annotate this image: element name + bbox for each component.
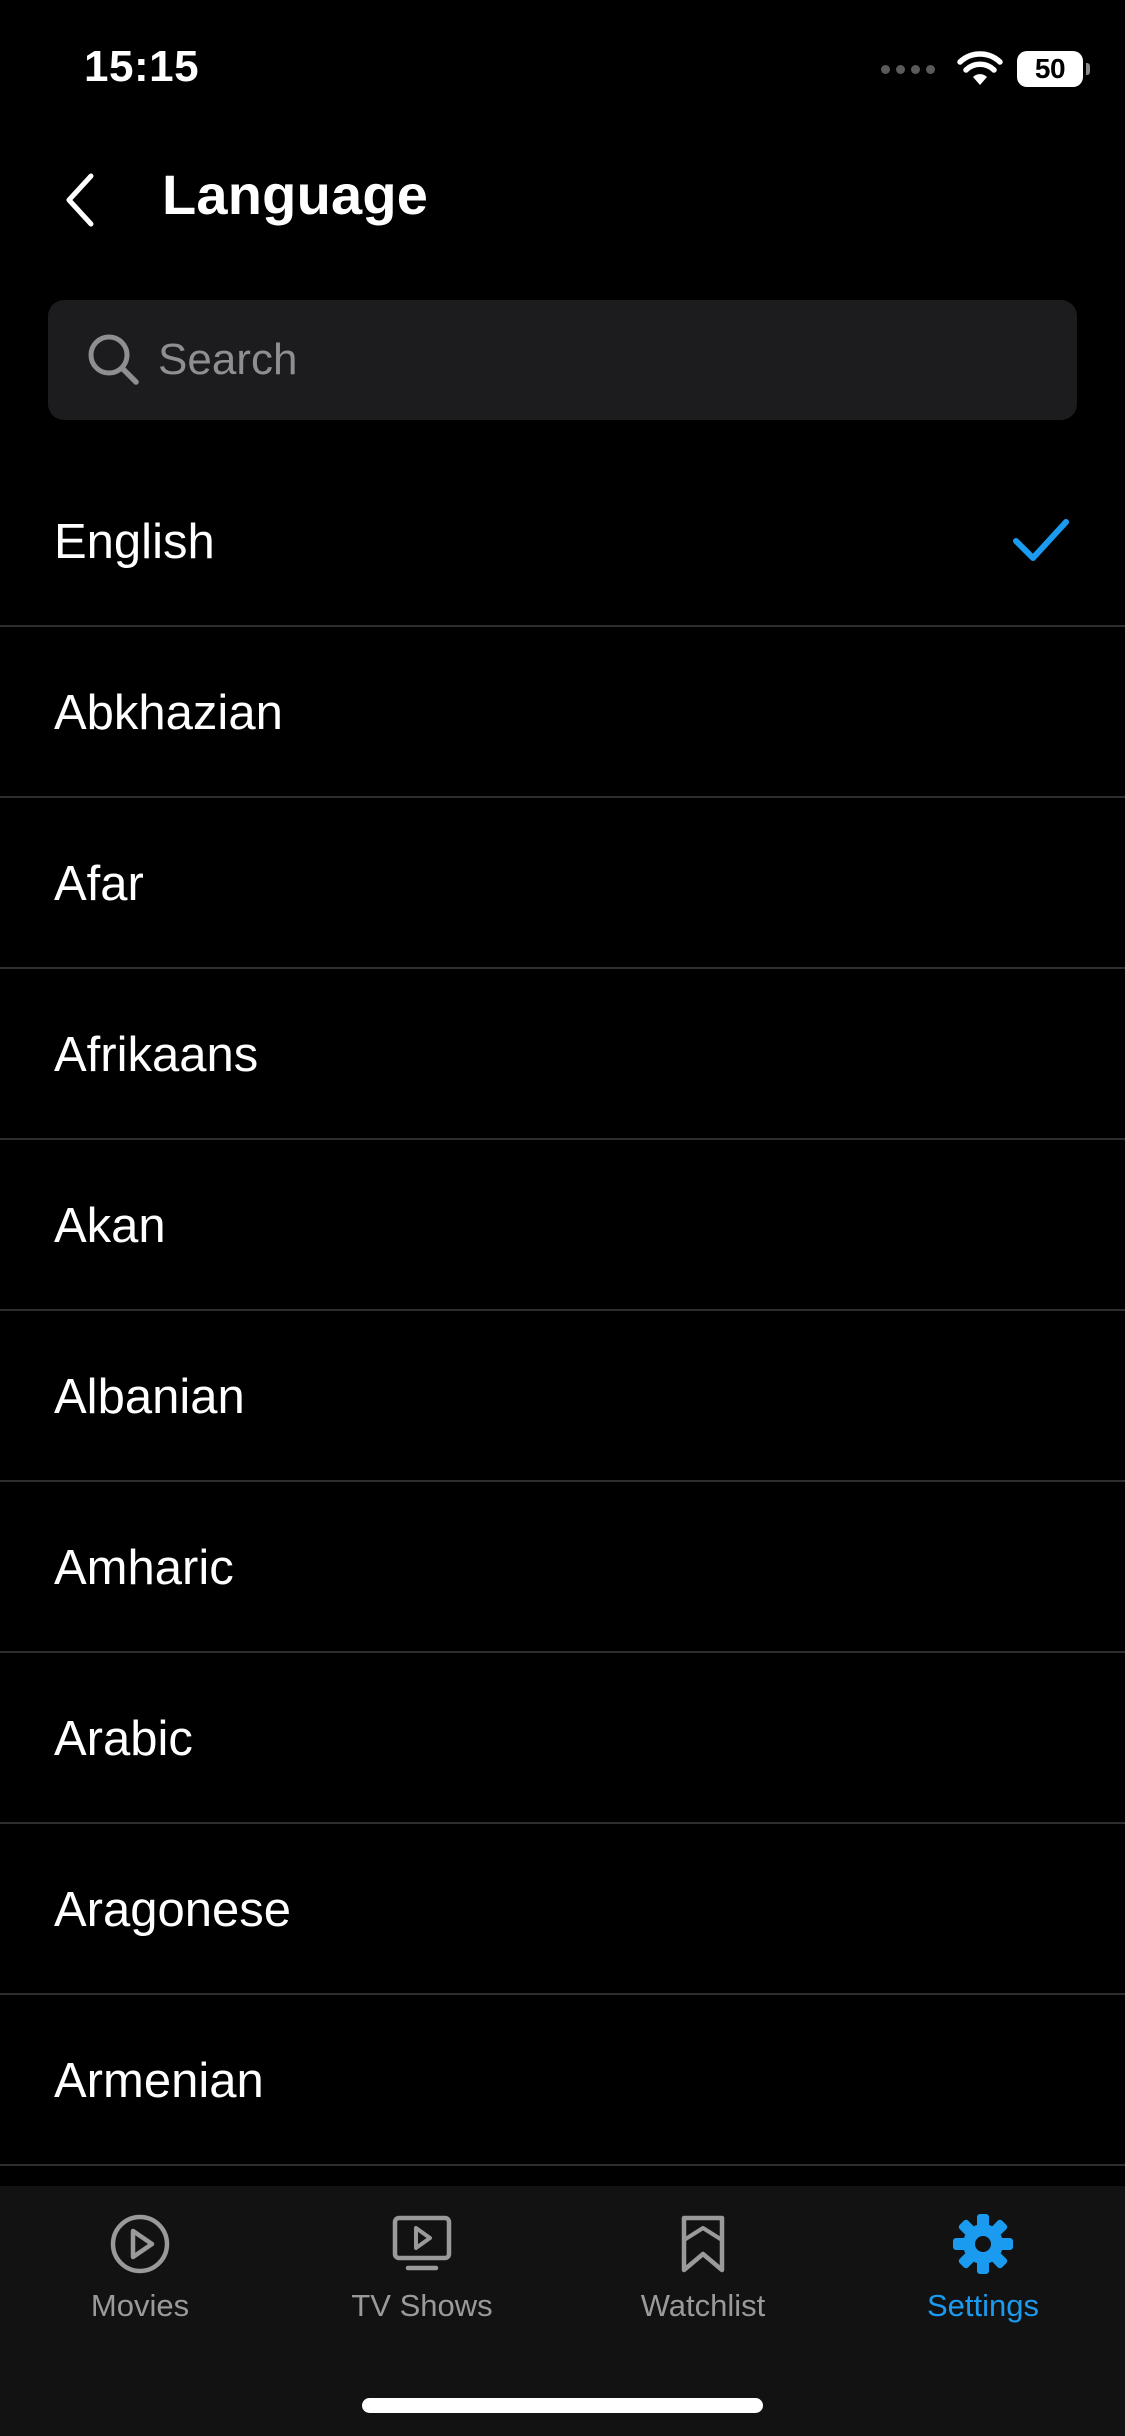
tab-label: Settings bbox=[926, 2288, 1039, 2323]
status-bar: 15:15 50 bbox=[0, 0, 1125, 140]
language-item-albanian[interactable]: Albanian bbox=[0, 1311, 1125, 1482]
language-item-afar[interactable]: Afar bbox=[0, 798, 1125, 969]
back-button[interactable] bbox=[50, 168, 110, 232]
language-item-english[interactable]: English bbox=[0, 456, 1125, 627]
search-bar[interactable] bbox=[48, 300, 1077, 420]
play-circle-icon bbox=[110, 2214, 170, 2274]
language-label: Akan bbox=[54, 1199, 166, 1253]
tv-play-icon bbox=[392, 2215, 452, 2271]
wifi-icon bbox=[957, 51, 1003, 85]
language-item-abkhazian[interactable]: Abkhazian bbox=[0, 627, 1125, 798]
home-indicator bbox=[362, 2398, 763, 2413]
language-label: Abkhazian bbox=[54, 686, 283, 740]
search-input[interactable] bbox=[158, 300, 1038, 420]
tab-label: Watchlist bbox=[640, 2288, 766, 2323]
tab-movies[interactable]: Movies bbox=[40, 2212, 240, 2342]
battery-level: 50 bbox=[1034, 53, 1066, 84]
cellular-signal-icon bbox=[881, 64, 935, 74]
tab-tv-shows[interactable]: TV Shows bbox=[322, 2212, 522, 2342]
status-time: 15:15 bbox=[84, 42, 200, 91]
language-label: English bbox=[54, 515, 215, 569]
header: Language bbox=[0, 140, 1125, 260]
language-list: English Abkhazian Afar Afrikaans Akan Al… bbox=[0, 456, 1125, 2186]
language-item-akan[interactable]: Akan bbox=[0, 1140, 1125, 1311]
language-label: Albanian bbox=[54, 1370, 245, 1424]
language-item-aragonese[interactable]: Aragonese bbox=[0, 1824, 1125, 1995]
tab-label: TV Shows bbox=[351, 2288, 493, 2323]
language-label: Amharic bbox=[54, 1541, 234, 1595]
battery-icon: 50 bbox=[1017, 51, 1090, 87]
language-item-armenian[interactable]: Armenian bbox=[0, 1995, 1125, 2166]
chevron-left-icon bbox=[66, 173, 94, 227]
language-item-amharic[interactable]: Amharic bbox=[0, 1482, 1125, 1653]
language-label: Afrikaans bbox=[54, 1028, 259, 1082]
checkmark-icon bbox=[1013, 519, 1069, 561]
language-item-afrikaans[interactable]: Afrikaans bbox=[0, 969, 1125, 1140]
language-label: Afar bbox=[54, 857, 144, 911]
tab-settings[interactable]: Settings bbox=[883, 2212, 1083, 2342]
language-label: Arabic bbox=[54, 1712, 193, 1766]
language-label: Armenian bbox=[54, 2054, 264, 2108]
status-indicators: 50 bbox=[881, 44, 1090, 94]
language-label: Aragonese bbox=[54, 1883, 292, 1937]
language-item-arabic[interactable]: Arabic bbox=[0, 1653, 1125, 1824]
bookmark-icon bbox=[681, 2215, 725, 2273]
search-icon bbox=[88, 334, 139, 385]
tab-label: Movies bbox=[90, 2288, 190, 2323]
page-title: Language bbox=[162, 163, 429, 226]
tab-watchlist[interactable]: Watchlist bbox=[603, 2212, 803, 2342]
gear-icon bbox=[953, 2214, 1013, 2274]
